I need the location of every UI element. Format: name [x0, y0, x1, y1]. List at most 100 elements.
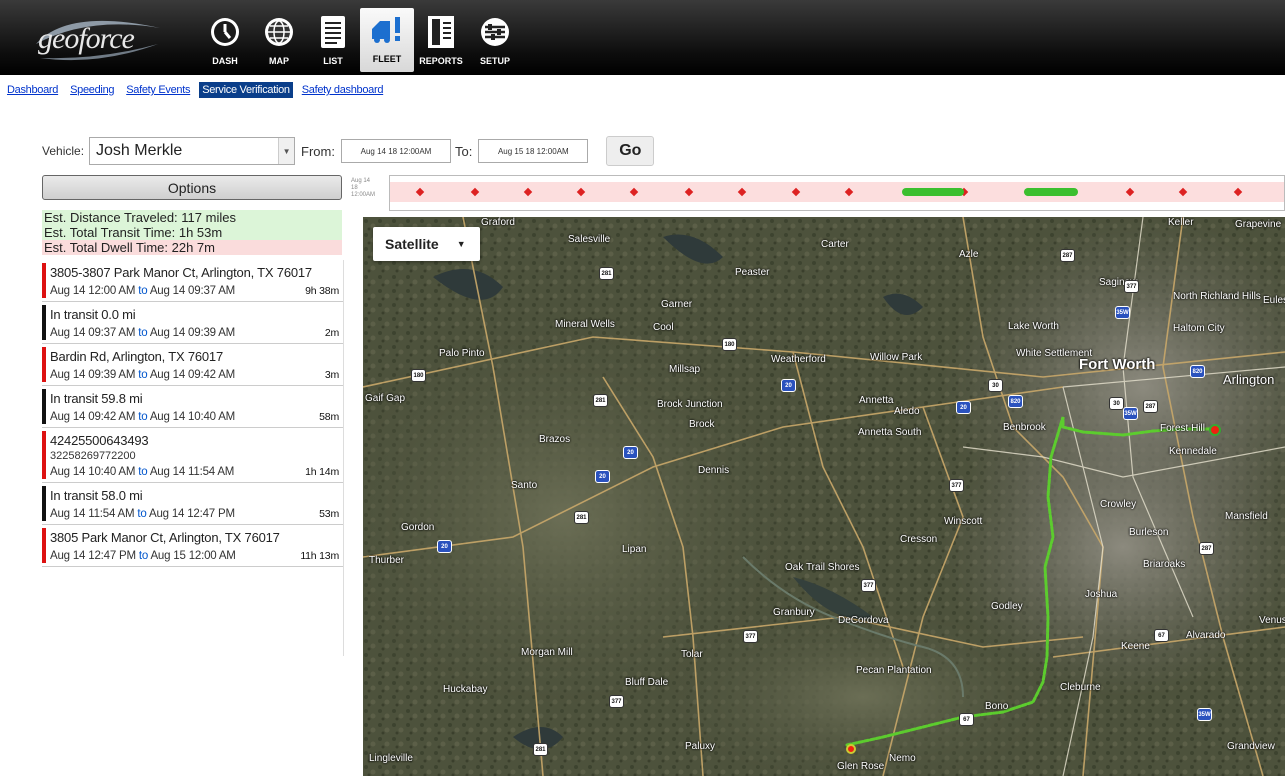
highway-shield-icon: 20	[595, 470, 610, 483]
map-town-label: Glen Rose	[837, 761, 885, 772]
geoforce-logo[interactable]: geoforce	[28, 14, 168, 64]
map-town-label: Forest Hill	[1160, 423, 1206, 434]
trip-summary: Est. Distance Traveled: 117 miles Est. T…	[42, 210, 342, 255]
nav-reports[interactable]: REPORTS	[414, 10, 468, 72]
map-town-label: Lingleville	[369, 753, 413, 764]
map-town-label: Graford	[481, 217, 515, 228]
event-to-word: to	[138, 327, 148, 339]
subtab-safety-dashboard[interactable]: Safety dashboard	[299, 82, 386, 98]
map-town-label: Grandview	[1227, 741, 1275, 752]
map-town-label: Salesville	[568, 234, 611, 245]
event-to-word: to	[137, 508, 147, 520]
nav-setup-label: SETUP	[479, 56, 510, 66]
map-town-label: Benbrook	[1003, 422, 1046, 433]
event-start: Aug 14 12:47 PM	[50, 550, 136, 562]
event-duration: 2m	[324, 327, 339, 339]
highway-shield-icon: 180	[722, 338, 737, 351]
timeline-transit-segment[interactable]	[1024, 188, 1078, 196]
summary-transit: Est. Total Transit Time: 1h 53m	[42, 225, 342, 240]
truck-alert-icon	[372, 17, 400, 43]
main-nav: DASH MAP LIST FLEET REPORTS SETUP	[198, 8, 522, 72]
event-title: 3805 Park Manor Ct, Arlington, TX 76017	[50, 530, 280, 545]
caret-down-icon: ▼	[456, 239, 466, 249]
event-start: Aug 14 12:00 AM	[50, 285, 136, 297]
event-item[interactable]: 42425500643493 32258269772200 Aug 14 10:…	[42, 428, 343, 483]
highway-shield-icon: 377	[861, 579, 876, 592]
nav-fleet[interactable]: FLEET	[360, 8, 414, 72]
from-date-input[interactable]: Aug 14 18 12:00AM	[340, 139, 451, 163]
highway-shield-icon: 20	[781, 379, 796, 392]
event-item[interactable]: In transit 59.8 mi Aug 14 09:42 AM to Au…	[42, 386, 343, 428]
map-town-label: Euless	[1263, 295, 1285, 306]
highway-shield-icon: 30	[1109, 397, 1124, 410]
map-town-label: Santo	[511, 480, 538, 491]
map-town-label: Morgan Mill	[521, 647, 573, 658]
map-town-label: Venus	[1259, 615, 1285, 626]
vehicle-select[interactable]: Josh Merkle ▼	[89, 137, 296, 165]
highway-shield-icon: 287	[1143, 400, 1158, 413]
event-to-word: to	[138, 285, 148, 297]
nav-map-label: MAP	[269, 56, 289, 66]
highway-shield-icon: 377	[949, 479, 964, 492]
highway-shield-icon: 30	[988, 379, 1003, 392]
highway-shield-icon: 35W	[1197, 708, 1212, 721]
event-end: Aug 14 11:54 AM	[149, 466, 235, 478]
timeline-bar[interactable]	[389, 175, 1285, 211]
map-town-label: Gordon	[401, 522, 435, 533]
nav-setup[interactable]: SETUP	[468, 10, 522, 72]
event-item[interactable]: 3805-3807 Park Manor Ct, Arlington, TX 7…	[42, 260, 343, 302]
to-label: To:	[454, 143, 473, 159]
map-town-label: Huckabay	[443, 684, 488, 695]
event-to-word: to	[138, 411, 148, 423]
event-duration: 58m	[319, 411, 339, 423]
list-document-icon	[321, 16, 345, 48]
map-town-label: Palo Pinto	[439, 348, 485, 359]
subtab-safety-events[interactable]: Safety Events	[123, 82, 193, 98]
event-duration: 9h 38m	[305, 285, 339, 297]
event-duration: 1h 14m	[305, 466, 339, 478]
event-item[interactable]: In transit 58.0 mi Aug 14 11:54 AM to Au…	[42, 483, 343, 525]
nav-list[interactable]: LIST	[306, 10, 360, 72]
filter-row: Vehicle: Josh Merkle ▼ From: Aug 14 18 1…	[42, 136, 655, 166]
map-town-label: Haltom City	[1173, 323, 1225, 334]
highway-shield-icon: 281	[599, 267, 614, 280]
highway-shield-icon: 67	[959, 713, 974, 726]
map-town-label: Crowley	[1100, 499, 1137, 510]
highway-shield-icon: 377	[1124, 280, 1139, 293]
map-view[interactable]: Satellite ▼ Graford Salesville Peaster Cart…	[363, 217, 1285, 776]
map-town-label: North Richland Hills	[1173, 291, 1261, 302]
highway-shield-icon: 20	[437, 540, 452, 553]
go-button[interactable]: Go	[606, 136, 655, 166]
map-town-label: Mansfield	[1225, 511, 1268, 522]
map-type-select[interactable]: Satellite ▼	[373, 227, 480, 261]
event-end: Aug 14 09:39 AM	[149, 327, 236, 339]
nav-map[interactable]: MAP	[252, 10, 306, 72]
vehicle-select-value: Josh Merkle	[96, 142, 183, 159]
map-town-label: Granbury	[773, 607, 815, 618]
options-button[interactable]: Options	[42, 175, 342, 200]
event-item[interactable]: 3805 Park Manor Ct, Arlington, TX 76017 …	[42, 525, 343, 567]
map-town-label: Cleburne	[1060, 682, 1101, 693]
map-town-label: Millsap	[669, 364, 701, 375]
event-end: Aug 14 09:42 AM	[149, 369, 236, 381]
highway-shield-icon: 35W	[1115, 306, 1130, 319]
timeline-transit-segment[interactable]	[902, 188, 964, 196]
route-path	[845, 416, 1221, 754]
highway-shield-icon: 180	[411, 369, 426, 382]
transit-bar	[42, 305, 46, 340]
chevron-down-icon[interactable]: ▼	[278, 138, 295, 164]
event-title: Bardin Rd, Arlington, TX 76017	[50, 349, 223, 364]
stop-bar	[42, 431, 46, 479]
event-item[interactable]: In transit 0.0 mi Aug 14 09:37 AM to Aug…	[42, 302, 343, 344]
event-end: Aug 15 12:00 AM	[150, 550, 236, 562]
event-to-word: to	[138, 466, 148, 478]
to-date-input[interactable]: Aug 15 18 12:00AM	[478, 139, 589, 163]
subtab-service-verification[interactable]: Service Verification	[199, 82, 293, 98]
subtab-speeding[interactable]: Speeding	[67, 82, 117, 98]
stop-bar	[42, 263, 46, 298]
nav-dash[interactable]: DASH	[198, 10, 252, 72]
logo-text: geoforce	[38, 22, 135, 55]
subtab-dashboard[interactable]: Dashboard	[4, 82, 61, 98]
event-duration: 3m	[324, 369, 339, 381]
event-item[interactable]: Bardin Rd, Arlington, TX 76017 Aug 14 09…	[42, 344, 343, 386]
